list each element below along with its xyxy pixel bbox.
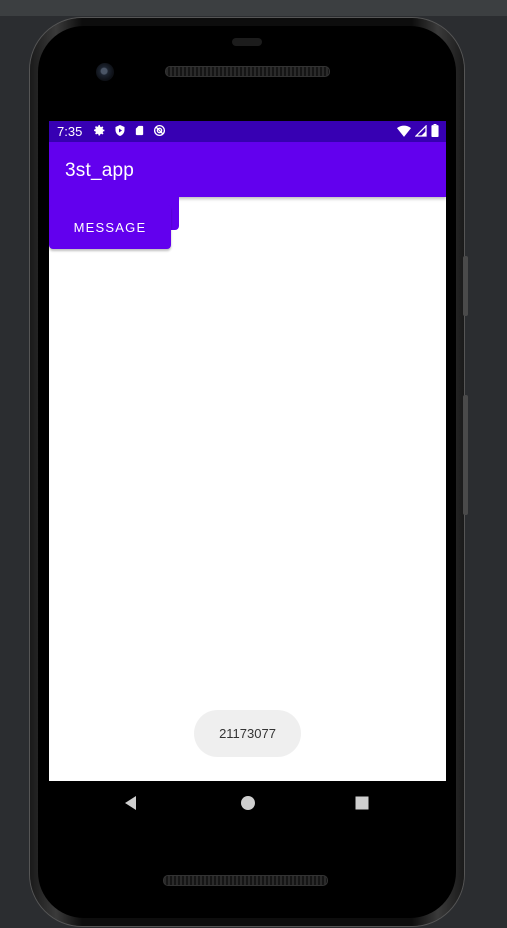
toast-text: 21173077 — [219, 726, 276, 741]
message-button[interactable]: MESSAGE — [49, 205, 171, 249]
sd-card-icon — [135, 125, 144, 136]
settings-icon — [94, 125, 105, 136]
battery-icon — [431, 124, 439, 137]
do-not-disturb-icon — [153, 124, 166, 137]
home-icon[interactable] — [240, 795, 256, 811]
status-bar: 7:35 — [49, 121, 446, 142]
app-title: 3st_app — [65, 160, 135, 181]
front-camera — [96, 63, 114, 81]
shield-play-icon — [115, 125, 125, 136]
back-icon[interactable] — [123, 795, 139, 811]
emulator-toolbar — [0, 0, 507, 16]
status-icons-left — [93, 124, 166, 137]
bottom-speaker-grille — [163, 875, 328, 886]
volume-button[interactable] — [463, 395, 468, 515]
app-bar: 3st_app — [49, 142, 446, 197]
power-button[interactable] — [463, 256, 468, 316]
top-speaker-grille — [165, 66, 330, 77]
navigation-bar — [49, 781, 446, 827]
wifi-icon — [397, 125, 411, 137]
toast-message: 21173077 — [194, 710, 301, 757]
cell-signal-icon — [415, 124, 427, 137]
status-icons-right — [397, 124, 439, 137]
device-screen: 7:35 3st_app MESSAGE 21173077 — [49, 121, 446, 781]
status-time: 7:35 — [57, 124, 83, 139]
message-button-label: MESSAGE — [73, 219, 147, 235]
recents-icon[interactable] — [354, 795, 370, 811]
earpiece — [232, 38, 262, 46]
